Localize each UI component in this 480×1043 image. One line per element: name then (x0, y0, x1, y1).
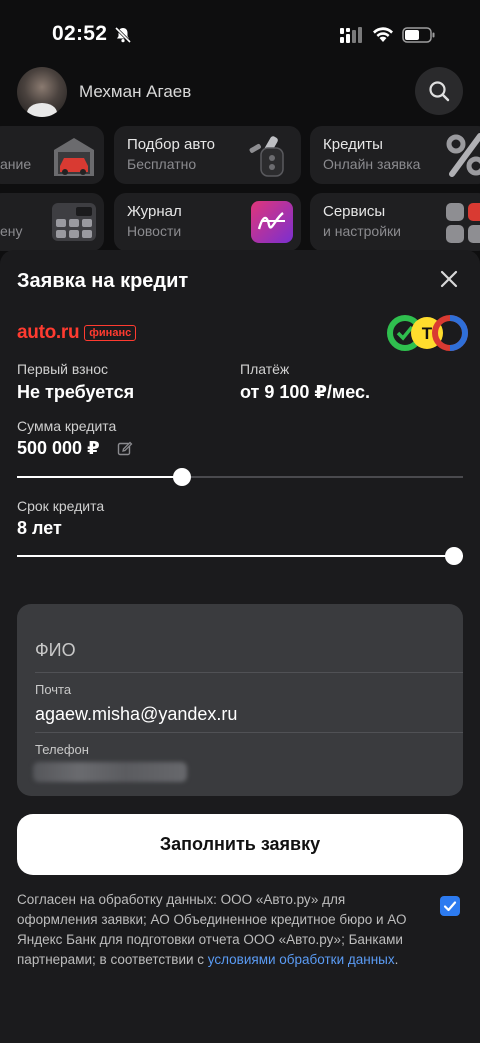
avatar[interactable] (17, 67, 67, 117)
tile-credits[interactable]: Кредиты Онлайн заявка (310, 126, 480, 184)
tile-credits-subtitle: Онлайн заявка (323, 156, 421, 172)
loan-amount-slider-thumb[interactable] (173, 468, 192, 486)
tile-services-subtitle: и настройки (323, 223, 401, 239)
journal-icon (251, 201, 293, 243)
tile-services-title: Сервисы (323, 203, 386, 220)
close-icon[interactable] (438, 268, 460, 290)
tile-podbor-title: Подбор авто (127, 136, 216, 153)
tile-journal-subtitle: Новости (127, 223, 182, 239)
search-button[interactable] (415, 67, 463, 115)
loan-term-slider[interactable] (17, 546, 463, 566)
cellular-signal-icon (340, 27, 362, 43)
tile-journal[interactable]: Журнал Новости (114, 193, 301, 251)
brand-name: auto.ru (17, 322, 80, 343)
loan-amount-value[interactable]: 500 000 ₽ (17, 438, 100, 459)
garage-car-icon (54, 138, 94, 176)
tile-services[interactable]: Сервисы и настройки (310, 193, 480, 251)
tile-partial-bottom[interactable]: ену (0, 193, 104, 251)
consent-terms-link[interactable]: условиями обработки данных (208, 952, 395, 967)
bank-logo-icon: Т (387, 315, 468, 351)
bell-muted-icon (114, 26, 132, 44)
car-key-icon (249, 136, 284, 177)
contact-form: ФИО Почта agaew.misha@yandex.ru Телефон (17, 604, 463, 796)
phone-label: Телефон (35, 742, 89, 757)
down-payment-value: Не требуется (17, 382, 135, 402)
tile-partial-top-subtitle: ание (0, 156, 32, 172)
autoru-finance-logo: auto.ru финанс (17, 322, 137, 344)
tile-partial-bottom-subtitle: ену (0, 223, 23, 239)
loan-amount-label: Сумма кредита (17, 418, 117, 434)
fio-field[interactable]: ФИО (35, 640, 463, 661)
submit-application-button[interactable]: Заполнить заявку (17, 814, 463, 875)
credit-application-sheet: Заявка на кредит auto.ru финанс Т Первый… (0, 250, 480, 1043)
loan-term-value: 8 лет (17, 518, 62, 538)
tile-journal-title: Журнал (127, 203, 182, 220)
profile-name[interactable]: Мехман Агаев (79, 82, 191, 102)
brand-badge: финанс (84, 325, 137, 341)
sheet-title: Заявка на кредит (17, 270, 189, 292)
payment-value: от 9 100 ₽/мес. (240, 382, 371, 402)
tile-podbor[interactable]: Подбор авто Бесплатно (114, 126, 301, 184)
phone-field-redacted[interactable] (33, 762, 187, 782)
consent-tail: . (394, 952, 399, 967)
loan-term-slider-fill (17, 555, 463, 557)
tile-podbor-subtitle: Бесплатно (127, 156, 197, 172)
down-payment-label: Первый взнос (17, 361, 109, 377)
loan-term-slider-thumb[interactable] (445, 547, 463, 565)
form-divider (35, 732, 463, 733)
services-grid-icon (446, 203, 480, 243)
edit-icon[interactable] (117, 441, 133, 457)
form-divider (35, 672, 463, 673)
calculator-icon (52, 203, 96, 241)
status-time: 02:52 (52, 22, 108, 45)
profile-header: Мехман Агаев (17, 67, 463, 117)
loan-amount-slider[interactable] (17, 467, 463, 487)
tile-partial-top[interactable]: ание (0, 126, 104, 184)
bank-logo-letter: Т (422, 324, 433, 343)
consent-checkbox[interactable] (440, 896, 460, 916)
search-icon (429, 81, 450, 102)
checkmark-icon (443, 901, 457, 912)
percent-icon (446, 133, 480, 177)
payment-label: Платёж (240, 361, 290, 377)
wifi-icon (373, 27, 393, 42)
email-field[interactable]: agaew.misha@yandex.ru (35, 704, 463, 725)
consent-text: Согласен на обработку данных: ООО «Авто.… (17, 890, 417, 970)
status-bar: 02:52 (0, 0, 480, 62)
loan-term-label: Срок кредита (17, 498, 105, 514)
battery-icon (402, 27, 435, 43)
tile-credits-title: Кредиты (323, 136, 383, 153)
loan-amount-slider-fill (17, 476, 183, 478)
email-label: Почта (35, 682, 72, 697)
